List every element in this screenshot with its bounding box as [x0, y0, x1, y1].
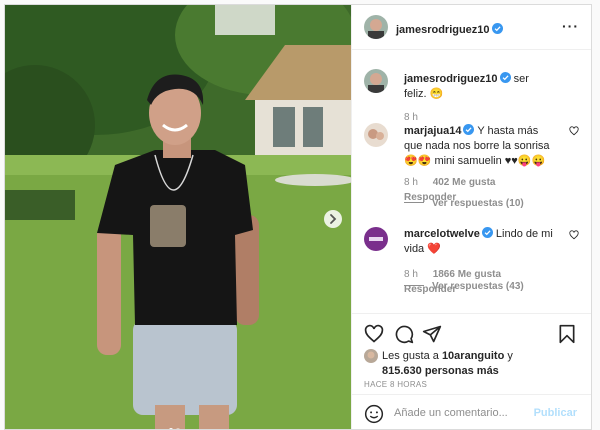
- replies-divider: [404, 202, 424, 203]
- next-image-button[interactable]: [324, 210, 342, 228]
- view-replies-button[interactable]: Ver respuestas (10): [404, 198, 524, 209]
- profile-picture: [364, 69, 388, 93]
- share-icon[interactable]: [422, 324, 442, 344]
- post-image: [5, 5, 351, 429]
- heart-icon[interactable]: [364, 324, 384, 344]
- like-comment-button[interactable]: [569, 230, 579, 240]
- comment-username[interactable]: marjajua14: [404, 125, 461, 137]
- chevron-right-icon: [330, 214, 337, 224]
- avatar[interactable]: [364, 227, 388, 251]
- avatar[interactable]: [364, 123, 388, 147]
- like-comment-button[interactable]: [569, 126, 579, 136]
- comment-item: marcelotwelve Lindo de mi vida ❤️ 8 h 18…: [364, 225, 579, 295]
- profile-picture: [364, 15, 388, 39]
- profile-picture: [364, 227, 388, 251]
- comment-icon[interactable]: [394, 324, 414, 344]
- more-options-button[interactable]: ···: [562, 19, 579, 33]
- liker-profile-picture: [364, 349, 378, 363]
- likes-prefix: Les gusta a: [382, 350, 442, 362]
- bookmark-icon[interactable]: [557, 324, 577, 344]
- comment-likes[interactable]: 402 Me gusta: [433, 177, 496, 188]
- post-header: jamesrodriguez10 ···: [352, 5, 591, 50]
- verified-badge-icon: [463, 124, 475, 135]
- emoji-icon[interactable]: [364, 404, 384, 424]
- avatar[interactable]: [364, 349, 378, 363]
- view-replies-label: Ver respuestas (43): [432, 281, 524, 292]
- verified-badge-icon: [499, 72, 511, 83]
- post-side-panel: jamesrodriguez10 ··· jamesrodriguez10 se…: [351, 5, 591, 429]
- post-modal: jamesrodriguez10 ··· jamesrodriguez10 se…: [4, 4, 592, 430]
- avatar[interactable]: [364, 69, 388, 93]
- publish-button[interactable]: Publicar: [534, 407, 577, 419]
- post-photo[interactable]: [5, 5, 351, 429]
- verified-badge-icon: [491, 23, 503, 34]
- view-replies-label: Ver respuestas (10): [432, 198, 524, 209]
- likes-count[interactable]: 815.630 personas más: [382, 365, 499, 377]
- likes-summary: Les gusta a 10aranguito y 815.630 person…: [364, 349, 513, 379]
- profile-picture: [364, 123, 388, 147]
- likes-suffix: y: [504, 350, 513, 362]
- comment-username[interactable]: marcelotwelve: [404, 228, 480, 240]
- comment-time[interactable]: 8 h: [404, 177, 418, 188]
- post-time-ago[interactable]: HACE 8 HORAS: [364, 380, 427, 389]
- replies-divider: [404, 285, 424, 286]
- caption-username[interactable]: jamesrodriguez10: [404, 73, 498, 85]
- avatar[interactable]: [364, 15, 388, 39]
- liker-username[interactable]: 10aranguito: [442, 350, 504, 362]
- verified-badge-icon: [481, 227, 493, 238]
- view-replies-button[interactable]: Ver respuestas (43): [404, 281, 524, 292]
- header-username[interactable]: jamesrodriguez10: [396, 24, 490, 36]
- action-bar: [352, 313, 591, 354]
- comment-likes[interactable]: 1866 Me gusta: [433, 269, 501, 280]
- carousel-dots: [169, 419, 183, 429]
- ellipsis-icon: ···: [562, 18, 579, 34]
- comment-item: marjajua14 Y hasta más que nada nos borr…: [364, 121, 579, 203]
- comment-time[interactable]: 8 h: [404, 269, 418, 280]
- caption: jamesrodriguez10 ser feliz. 😁 8 h: [364, 67, 579, 123]
- add-comment-bar: Añade un comentario... Publicar: [352, 394, 591, 429]
- comment-input[interactable]: Añade un comentario...: [394, 407, 508, 419]
